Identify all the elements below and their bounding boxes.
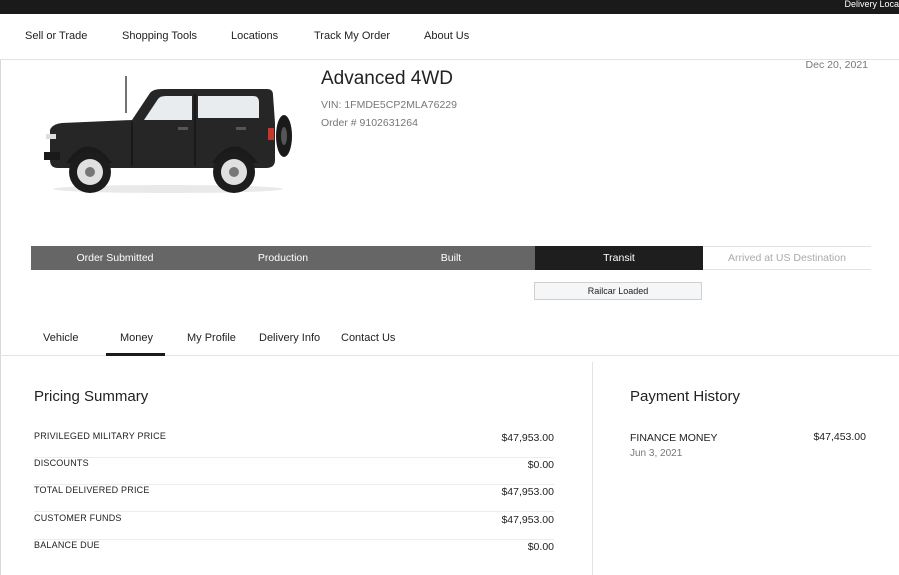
pricing-row-value: $47,953.00 (501, 514, 554, 526)
pricing-row-label: TOTAL DELIVERED PRICE (34, 485, 150, 495)
top-bar: Delivery Loca (0, 0, 899, 14)
pricing-row: BALANCE DUE $0.00 (34, 540, 554, 567)
pricing-row-label: PRIVILEGED MILITARY PRICE (34, 431, 167, 441)
step-transit: Transit (535, 246, 703, 270)
step-production: Production (199, 246, 367, 270)
payment-label: FINANCE MONEY (630, 432, 718, 444)
delivery-location-link[interactable]: Delivery Loca (844, 0, 899, 9)
nav-locations[interactable]: Locations (231, 30, 278, 42)
pricing-row: CUSTOMER FUNDS $47,953.00 (34, 513, 554, 540)
active-tab-indicator (106, 353, 165, 356)
pricing-row-label: BALANCE DUE (34, 540, 100, 550)
order-date: Dec 20, 2021 (805, 59, 868, 71)
step-order-submitted: Order Submitted (31, 246, 199, 270)
nav-sell-or-trade[interactable]: Sell or Trade (25, 30, 87, 42)
payment-history-title: Payment History (630, 388, 741, 405)
tab-contact-us[interactable]: Contact Us (341, 332, 395, 344)
page-left-border (0, 60, 1, 575)
pricing-row-value: $47,953.00 (501, 486, 554, 498)
pricing-row-value: $0.00 (527, 541, 554, 553)
detail-tabs: Vehicle Money My Profile Delivery Info C… (0, 322, 899, 356)
main-nav: Sell or Trade Shopping Tools Locations T… (0, 14, 899, 60)
vin-text: VIN: 1FMDE5CP2MLA76229 (321, 99, 457, 111)
pricing-row-value: $0.00 (527, 459, 554, 471)
order-progress-bar: Order Submitted Production Built Transit… (31, 246, 871, 270)
nav-track-my-order[interactable]: Track My Order (314, 30, 390, 42)
pricing-row-label: CUSTOMER FUNDS (34, 513, 122, 523)
transit-substatus: Railcar Loaded (534, 282, 702, 300)
vehicle-image (44, 76, 292, 193)
pricing-summary-title: Pricing Summary (34, 388, 149, 405)
nav-about-us[interactable]: About Us (424, 30, 469, 42)
vehicle-title: Advanced 4WD (321, 68, 454, 89)
nav-shopping-tools[interactable]: Shopping Tools (122, 30, 197, 42)
step-arrived: Arrived at US Destination (703, 246, 871, 270)
tab-my-profile[interactable]: My Profile (187, 332, 236, 344)
pricing-row-label: DISCOUNTS (34, 458, 89, 468)
payment-date: Jun 3, 2021 (630, 448, 683, 459)
tab-vehicle[interactable]: Vehicle (43, 332, 78, 344)
pricing-row: TOTAL DELIVERED PRICE $47,953.00 (34, 485, 554, 512)
pricing-row: DISCOUNTS $0.00 (34, 458, 554, 485)
pricing-row: PRIVILEGED MILITARY PRICE $47,953.00 (34, 431, 554, 458)
tab-delivery-info[interactable]: Delivery Info (259, 332, 320, 344)
order-number: Order # 9102631264 (321, 117, 418, 129)
pricing-row-value: $47,953.00 (501, 432, 554, 444)
tab-money[interactable]: Money (120, 332, 153, 344)
payment-amount: $47,453.00 (813, 431, 866, 443)
column-divider (592, 362, 593, 575)
step-built: Built (367, 246, 535, 270)
